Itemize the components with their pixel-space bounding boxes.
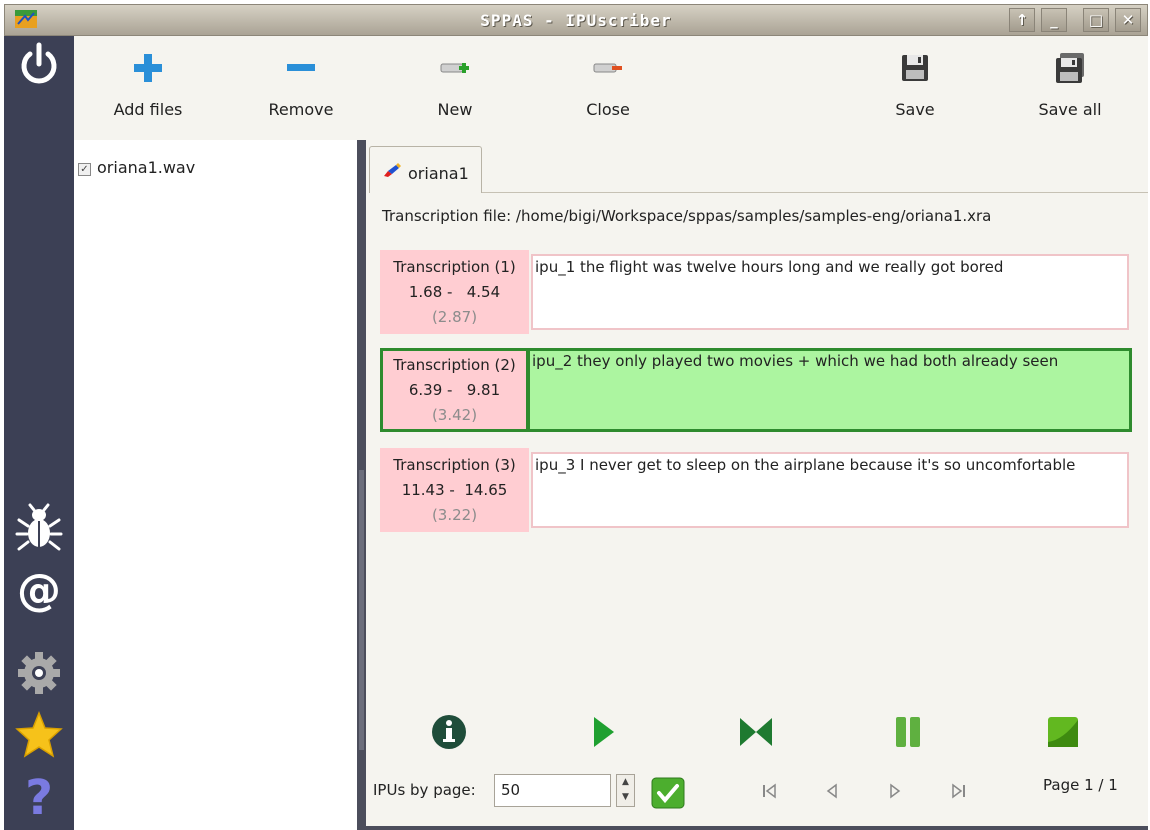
remove-label: Remove (268, 100, 334, 119)
window-minimize-button[interactable]: _ (1041, 8, 1067, 32)
close-drive-icon (593, 63, 622, 73)
bug-icon[interactable] (14, 502, 64, 552)
ipu-text-field[interactable]: ipu_2 they only played two movies + whic… (527, 348, 1132, 432)
star-icon[interactable] (14, 710, 64, 760)
editor-panel: oriana1 Transcription file: /home/bigi/W… (366, 140, 1148, 830)
edit-pencil-icon (384, 163, 401, 177)
floppy-icon (902, 55, 928, 81)
new-drive-icon (440, 63, 469, 73)
window-up-button[interactable]: ↑ (1009, 8, 1035, 32)
file-list-panel: ✓ oriana1.wav (74, 140, 357, 830)
pause-icon[interactable] (888, 712, 928, 752)
splitter-grip[interactable] (359, 470, 364, 750)
minus-icon (287, 64, 315, 71)
stop-icon[interactable] (1043, 712, 1083, 752)
floppy-stack-icon (1056, 53, 1084, 83)
add-files-label: Add files (113, 100, 183, 119)
tab-divider (482, 192, 1148, 193)
ipu-duration: (3.22) (431, 506, 478, 524)
ipu-duration: (2.87) (431, 308, 478, 326)
close-button[interactable]: Close (548, 36, 668, 140)
file-checkbox[interactable]: ✓ (78, 163, 91, 176)
window-maximize-button[interactable]: □ (1083, 8, 1109, 32)
ipu-row-selected: Transcription (2) 6.39 - 9.81 (3.42) ipu… (380, 348, 1132, 432)
window-titlebar: SPPAS - IPUscriber ↑ _ □ ✕ (4, 4, 1148, 36)
ipu-row: Transcription (1) 1.68 - 4.54 (2.87) ipu… (380, 250, 1132, 334)
at-icon[interactable]: @ (14, 565, 64, 615)
save-all-button[interactable]: Save all (1010, 36, 1130, 140)
file-name: oriana1.wav (97, 158, 196, 177)
save-label: Save (895, 100, 935, 119)
ipu-text-field[interactable]: ipu_1 the flight was twelve hours long a… (531, 254, 1129, 330)
new-label: New (437, 100, 473, 119)
window-title: SPPAS - IPUscriber (480, 11, 672, 30)
new-button[interactable]: New (395, 36, 515, 140)
plus-icon (134, 54, 162, 82)
power-icon[interactable] (14, 40, 64, 90)
ipus-by-page-input[interactable]: 50 (494, 774, 611, 807)
transcription-file-path: Transcription file: /home/bigi/Workspace… (382, 207, 992, 225)
close-label: Close (586, 100, 630, 119)
add-files-button[interactable]: Add files (88, 36, 208, 140)
ipu-info: Transcription (1) 1.68 - 4.54 (2.87) (380, 250, 529, 334)
tab-label: oriana1 (408, 164, 469, 183)
save-button[interactable]: Save (855, 36, 975, 140)
left-sidebar: @ ? (4, 36, 74, 830)
svg-text:@: @ (17, 565, 61, 615)
first-page-icon[interactable] (758, 780, 780, 802)
toolbar: Add files Remove New Close Save Save all (74, 36, 1148, 140)
ipu-duration: (3.42) (431, 406, 478, 424)
last-page-icon[interactable] (948, 780, 970, 802)
ipu-times: 1.68 - 4.54 (408, 283, 501, 301)
file-item[interactable]: ✓ oriana1.wav (78, 158, 195, 177)
gear-icon[interactable] (14, 648, 64, 698)
ipu-info: Transcription (2) 6.39 - 9.81 (3.42) (380, 348, 529, 432)
ipu-label: Transcription (1) (393, 258, 516, 276)
remove-button[interactable]: Remove (241, 36, 361, 140)
help-icon[interactable]: ? (14, 770, 64, 820)
ipus-by-page-label: IPUs by page: (373, 781, 476, 799)
bottom-border (366, 826, 1148, 830)
next-page-icon[interactable] (884, 780, 906, 802)
panel-splitter[interactable] (357, 140, 366, 830)
ipu-text-field[interactable]: ipu_3 I never get to sleep on the airpla… (531, 452, 1129, 528)
ipus-by-page-spinner[interactable]: ▲ ▼ (616, 774, 635, 807)
ipu-info: Transcription (3) 11.43 - 14.65 (3.22) (380, 448, 529, 532)
window-close-button[interactable]: ✕ (1115, 8, 1141, 32)
tab-oriana1[interactable]: oriana1 (369, 146, 482, 193)
ipu-label: Transcription (2) (393, 356, 516, 374)
page-indicator: Page 1 / 1 (1043, 776, 1118, 794)
previous-page-icon[interactable] (821, 780, 843, 802)
play-range-icon[interactable] (736, 712, 776, 752)
ipu-row: Transcription (3) 11.43 - 14.65 (3.22) i… (380, 448, 1132, 532)
apply-check-icon[interactable] (651, 777, 685, 809)
ipu-label: Transcription (3) (393, 456, 516, 474)
svg-text:?: ? (25, 770, 53, 820)
ipu-times: 11.43 - 14.65 (401, 481, 508, 499)
info-icon[interactable] (429, 712, 469, 752)
play-icon[interactable] (582, 712, 622, 752)
save-all-label: Save all (1038, 100, 1102, 119)
ipu-times: 6.39 - 9.81 (408, 381, 501, 399)
